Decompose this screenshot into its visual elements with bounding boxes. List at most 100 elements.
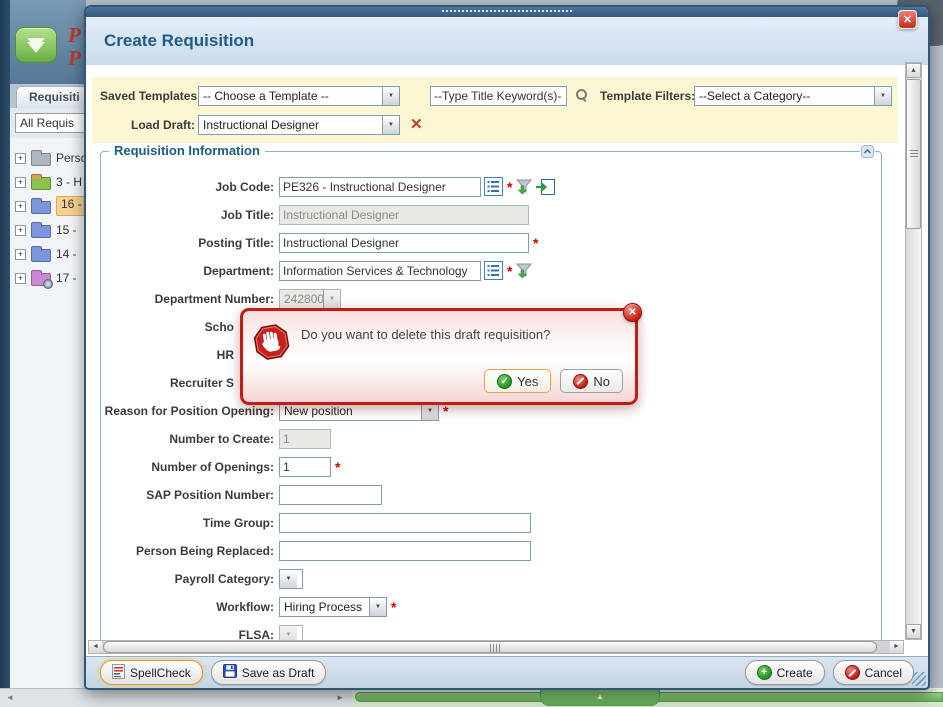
tree-item-label[interactable]: Perso (56, 151, 86, 165)
dialog-horizontal-scrollbar[interactable]: ◄ ► (88, 640, 904, 654)
scroll-thumb-grip (490, 644, 500, 652)
time-group-input[interactable] (279, 513, 531, 533)
cancel-ban-icon (845, 665, 860, 680)
posting-title-input[interactable] (279, 233, 529, 253)
search-icon[interactable] (575, 88, 587, 102)
tree-item-label[interactable]: 14 - (56, 247, 77, 261)
dialog-resize-handle[interactable] (912, 672, 926, 686)
title-keyword-input[interactable] (430, 86, 567, 106)
field-row-time-group: Time Group: (101, 512, 881, 533)
number-of-openings-input[interactable] (279, 457, 331, 477)
filter-funnel-icon[interactable] (515, 178, 533, 196)
cancel-label: Cancel (865, 666, 902, 680)
requisition-filter-select[interactable]: All Requis (15, 113, 85, 133)
apply-template-icon[interactable] (536, 179, 555, 195)
folder-settings-icon (31, 273, 51, 286)
department-input[interactable] (279, 261, 481, 281)
template-filters-label: Template Filters: (600, 89, 695, 103)
section-legend: Requisition Information (109, 143, 265, 158)
time-group-label: Time Group: (101, 516, 279, 530)
folder-icon (31, 225, 51, 238)
department-label: Department: (101, 264, 279, 278)
field-row-person-being-replaced: Person Being Replaced: (101, 540, 881, 561)
tree-item[interactable]: + 3 - H (10, 170, 86, 194)
tree-item-label[interactable]: 3 - H (56, 175, 82, 189)
no-label: No (593, 374, 610, 389)
dialog-drag-handle[interactable] (86, 7, 928, 17)
lookup-list-icon[interactable] (484, 261, 503, 280)
expand-icon[interactable]: + (15, 249, 26, 260)
dropdown-arrow-icon[interactable]: ▼ (382, 116, 399, 134)
dialog-close-button[interactable]: ✕ (898, 10, 917, 29)
app-header: P P (10, 0, 86, 84)
spellcheck-button[interactable]: SpellCheck (100, 660, 203, 685)
expand-icon[interactable]: + (15, 177, 26, 188)
tree-item-label[interactable]: 17 - (56, 271, 77, 285)
scroll-left-icon[interactable]: ◄ (6, 693, 14, 702)
create-button[interactable]: + Create (745, 660, 825, 685)
expand-icon[interactable]: + (15, 273, 26, 284)
recruiter-label: Recruiter S (101, 376, 234, 390)
expand-icon[interactable]: + (15, 225, 26, 236)
person-being-replaced-input[interactable] (279, 541, 531, 561)
collapse-section-icon[interactable] (860, 145, 875, 163)
workflow-select[interactable]: Hiring Process ▼ (279, 597, 387, 617)
no-ban-icon (573, 374, 588, 389)
dropdown-arrow-icon[interactable]: ▼ (369, 598, 386, 616)
yes-button[interactable]: ✓ Yes (484, 369, 551, 393)
vertical-scroll-thumb[interactable] (906, 79, 921, 229)
saved-templates-select[interactable]: -- Choose a Template -- ▼ (198, 86, 400, 106)
delete-draft-icon[interactable]: ✕ (410, 115, 423, 133)
bottom-panel-area: ▲ (352, 688, 943, 707)
app-logo-button[interactable] (15, 27, 57, 63)
number-to-create-label: Number to Create: (101, 432, 279, 446)
confirm-close-button[interactable]: ✕ (623, 303, 642, 322)
sidebar-tab-strip: Requisiti (10, 84, 86, 108)
tree-item[interactable]: + 15 - (10, 218, 86, 242)
required-asterisk: * (507, 263, 512, 279)
cancel-button[interactable]: Cancel (833, 660, 914, 685)
job-code-input[interactable] (279, 177, 481, 197)
posting-title-label: Posting Title: (101, 236, 279, 250)
lookup-list-icon[interactable] (484, 177, 503, 196)
tree-item[interactable]: + 14 - (10, 242, 86, 266)
tree-item-label[interactable]: 16 - (56, 196, 86, 216)
dropdown-arrow-icon[interactable]: ▼ (382, 87, 399, 105)
dialog-vertical-scrollbar[interactable]: ▲ ▼ (905, 62, 922, 640)
sap-position-number-input[interactable] (279, 485, 382, 505)
template-filters-select[interactable]: --Select a Category-- ▼ (694, 86, 892, 106)
expand-icon[interactable]: + (15, 201, 26, 212)
tree-item-label[interactable]: 15 - (56, 223, 77, 237)
saved-templates-label: Saved Templates: (100, 89, 201, 103)
scroll-left-button[interactable]: ◄ (89, 641, 102, 653)
dropdown-arrow-icon[interactable]: ▼ (874, 87, 891, 105)
folder-icon (31, 201, 51, 214)
scroll-up-button[interactable]: ▲ (906, 63, 921, 78)
tree-item-selected[interactable]: + 16 - (10, 194, 86, 218)
window-left-frame (0, 0, 10, 688)
workflow-label: Workflow: (101, 600, 279, 614)
dialog-title: Create Requisition (104, 31, 254, 51)
payroll-category-select[interactable]: ▼ (279, 569, 303, 589)
filter-funnel-icon[interactable] (515, 262, 533, 280)
dropdown-arrow-icon[interactable]: ▼ (280, 570, 297, 588)
tab-requisitions[interactable]: Requisiti (16, 86, 86, 108)
folder-icon (31, 177, 51, 190)
tree-item[interactable]: + 17 - (10, 266, 86, 290)
sidebar-horizontal-scrollbar[interactable]: ◄ ► (0, 688, 352, 707)
sap-position-number-label: SAP Position Number: (101, 488, 279, 502)
create-plus-icon: + (757, 665, 772, 680)
sidebar-filter-bar: All Requis (10, 108, 86, 138)
no-button[interactable]: No (560, 369, 623, 393)
load-draft-select[interactable]: Instructional Designer ▼ (198, 115, 400, 135)
save-as-draft-button[interactable]: Save as Draft (211, 660, 327, 685)
scroll-right-button[interactable]: ► (890, 641, 903, 653)
expand-panel-handle[interactable]: ▲ (540, 688, 660, 706)
tree-item[interactable]: + Perso (10, 146, 86, 170)
yes-label: Yes (517, 374, 538, 389)
scroll-down-button[interactable]: ▼ (906, 624, 921, 639)
folder-icon (31, 249, 51, 262)
horizontal-scroll-thumb[interactable] (103, 641, 877, 653)
expand-icon[interactable]: + (15, 153, 26, 164)
scroll-right-icon[interactable]: ► (336, 693, 344, 702)
